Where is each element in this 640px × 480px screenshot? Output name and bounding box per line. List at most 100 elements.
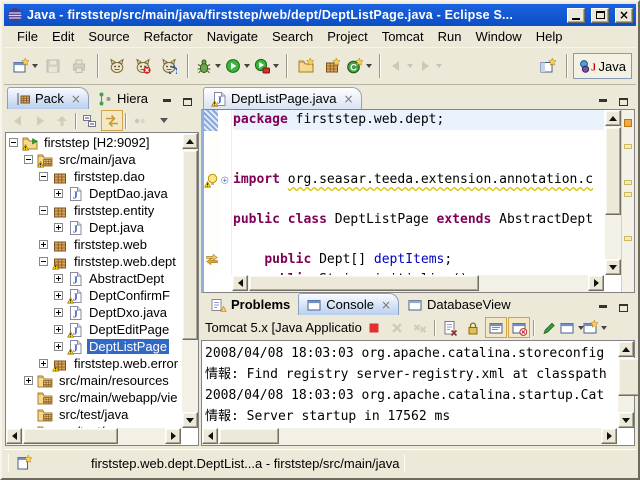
tree-item-firststep-web-error[interactable]: firststep.web.error bbox=[7, 355, 181, 372]
overview-warning-marker[interactable] bbox=[624, 192, 632, 197]
menu-navigate[interactable]: Navigate bbox=[200, 27, 265, 46]
run-button[interactable] bbox=[223, 53, 252, 79]
tree-item-depteditpage[interactable]: JDeptEditPage bbox=[7, 321, 181, 338]
minimize-view-button[interactable] bbox=[159, 95, 175, 109]
tree-item-src-main-webapp-vie[interactable]: src/main/webapp/vie bbox=[7, 389, 181, 406]
link-with-editor-button[interactable] bbox=[101, 110, 123, 131]
new-java-package-button[interactable] bbox=[319, 53, 345, 79]
remove-all-terminated-button[interactable] bbox=[409, 317, 431, 338]
scroll-up-button[interactable] bbox=[182, 133, 198, 149]
project-tree[interactable]: firststep [H2:9092]src/main/javafirstste… bbox=[5, 132, 199, 446]
tree-item-src-main-java[interactable]: src/main/java bbox=[7, 151, 181, 168]
tomcat-stop-button[interactable] bbox=[130, 53, 156, 79]
collapse-all-button[interactable] bbox=[79, 110, 101, 131]
tab-deptlistpage-java[interactable]: JDeptListPage.java× bbox=[203, 87, 362, 109]
scroll-up-button[interactable] bbox=[605, 110, 621, 126]
dropdown-arrow-icon[interactable] bbox=[273, 64, 279, 68]
scroll-thumb[interactable] bbox=[182, 150, 198, 340]
console-vertical-scrollbar[interactable] bbox=[618, 341, 634, 428]
tab-databaseview[interactable]: DatabaseView bbox=[399, 293, 519, 315]
expander-plus[interactable] bbox=[54, 342, 63, 351]
menu-run[interactable]: Run bbox=[431, 27, 469, 46]
scroll-lock-button[interactable] bbox=[462, 317, 484, 338]
scroll-thumb[interactable] bbox=[219, 428, 279, 444]
tree-item-deptlistpage[interactable]: JDeptListPage bbox=[7, 338, 181, 355]
forward-button[interactable] bbox=[415, 53, 444, 79]
tree-item-dept-java[interactable]: JDept.java bbox=[7, 219, 181, 236]
scroll-down-button[interactable] bbox=[605, 259, 621, 275]
tree-item-firststep-h2-9092-[interactable]: firststep [H2:9092] bbox=[7, 134, 181, 151]
expander-minus[interactable] bbox=[39, 206, 48, 215]
nav-back-button[interactable] bbox=[7, 110, 29, 131]
tree-vertical-scrollbar[interactable] bbox=[182, 133, 198, 428]
expander-plus[interactable] bbox=[54, 274, 63, 283]
open-console-button[interactable] bbox=[584, 317, 606, 338]
save-button[interactable] bbox=[40, 53, 66, 79]
scroll-down-button[interactable] bbox=[182, 412, 198, 428]
editor-vertical-scrollbar[interactable] bbox=[605, 110, 621, 275]
menu-help[interactable]: Help bbox=[529, 27, 570, 46]
scroll-thumb[interactable] bbox=[23, 428, 118, 444]
tab-close-icon[interactable]: × bbox=[344, 93, 354, 105]
tree-item-firststep-dao[interactable]: firststep.dao bbox=[7, 168, 181, 185]
new-java-class-button[interactable]: C bbox=[345, 53, 374, 79]
overview-warning-marker[interactable] bbox=[624, 236, 632, 241]
maximize-view-button[interactable] bbox=[179, 95, 195, 109]
overview-warning-marker[interactable] bbox=[624, 180, 632, 185]
remove-launch-button[interactable] bbox=[386, 317, 408, 338]
maximize-button[interactable] bbox=[591, 8, 609, 23]
tab-problems[interactable]: Problems bbox=[203, 293, 298, 315]
back-button[interactable] bbox=[386, 53, 415, 79]
console-horizontal-scrollbar[interactable] bbox=[202, 428, 617, 445]
tree-item-firststep-web[interactable]: firststep.web bbox=[7, 236, 181, 253]
filters-button[interactable] bbox=[129, 110, 151, 131]
maximize-view-button[interactable] bbox=[615, 95, 631, 109]
expander-plus[interactable] bbox=[54, 308, 63, 317]
nav-forward-button[interactable] bbox=[29, 110, 51, 131]
folding-ruler[interactable] bbox=[220, 110, 232, 275]
minimize-button[interactable] bbox=[567, 8, 585, 23]
tree-horizontal-scrollbar[interactable] bbox=[6, 428, 181, 445]
expander-minus[interactable] bbox=[9, 138, 18, 147]
display-console-button[interactable] bbox=[561, 317, 583, 338]
menu-window[interactable]: Window bbox=[468, 27, 528, 46]
tab-close-icon[interactable]: × bbox=[71, 93, 81, 105]
tomcat-start-button[interactable] bbox=[104, 53, 130, 79]
open-perspective-button[interactable] bbox=[535, 53, 561, 79]
scroll-thumb[interactable] bbox=[605, 127, 621, 215]
expander-plus[interactable] bbox=[24, 376, 33, 385]
java-perspective-button[interactable]: JJava bbox=[573, 53, 632, 79]
scroll-left-button[interactable] bbox=[232, 275, 248, 291]
scroll-thumb[interactable] bbox=[618, 358, 640, 396]
expander-minus[interactable] bbox=[39, 172, 48, 181]
scroll-right-button[interactable] bbox=[588, 275, 604, 291]
tab-console[interactable]: Console× bbox=[298, 293, 399, 315]
minimize-view-button[interactable] bbox=[595, 95, 611, 109]
menu-file[interactable]: File bbox=[10, 27, 45, 46]
close-button[interactable]: × bbox=[615, 8, 633, 23]
overview-warning-marker[interactable] bbox=[624, 144, 632, 149]
dropdown-arrow-icon[interactable] bbox=[215, 64, 221, 68]
debug-button[interactable] bbox=[194, 53, 223, 79]
show-on-stderr-button[interactable] bbox=[508, 317, 530, 338]
expander-plus[interactable] bbox=[54, 223, 63, 232]
view-menu-button[interactable] bbox=[151, 110, 173, 131]
overview-ruler[interactable] bbox=[621, 110, 634, 292]
clear-console-button[interactable] bbox=[439, 317, 461, 338]
scroll-thumb[interactable] bbox=[249, 275, 479, 291]
tree-item-firststep-entity[interactable]: firststep.entity bbox=[7, 202, 181, 219]
tree-item-deptconfirmf[interactable]: JDeptConfirmF bbox=[7, 287, 181, 304]
dropdown-arrow-icon[interactable] bbox=[436, 64, 442, 68]
scroll-left-button[interactable] bbox=[6, 428, 22, 444]
tree-item-deptdxo-java[interactable]: JDeptDxo.java bbox=[7, 304, 181, 321]
menu-edit[interactable]: Edit bbox=[45, 27, 81, 46]
pin-console-button[interactable] bbox=[538, 317, 560, 338]
tree-item-src-main-resources[interactable]: src/main/resources bbox=[7, 372, 181, 389]
dropdown-arrow-icon[interactable] bbox=[244, 64, 250, 68]
tab-hiera[interactable]: Hiera bbox=[89, 87, 156, 109]
menu-refactor[interactable]: Refactor bbox=[137, 27, 200, 46]
scroll-right-button[interactable] bbox=[165, 428, 181, 444]
tree-item-abstractdept[interactable]: JAbstractDept bbox=[7, 270, 181, 287]
scroll-left-button[interactable] bbox=[202, 428, 218, 444]
code-area[interactable]: package firststep.web.dept;import org.se… bbox=[233, 110, 604, 275]
